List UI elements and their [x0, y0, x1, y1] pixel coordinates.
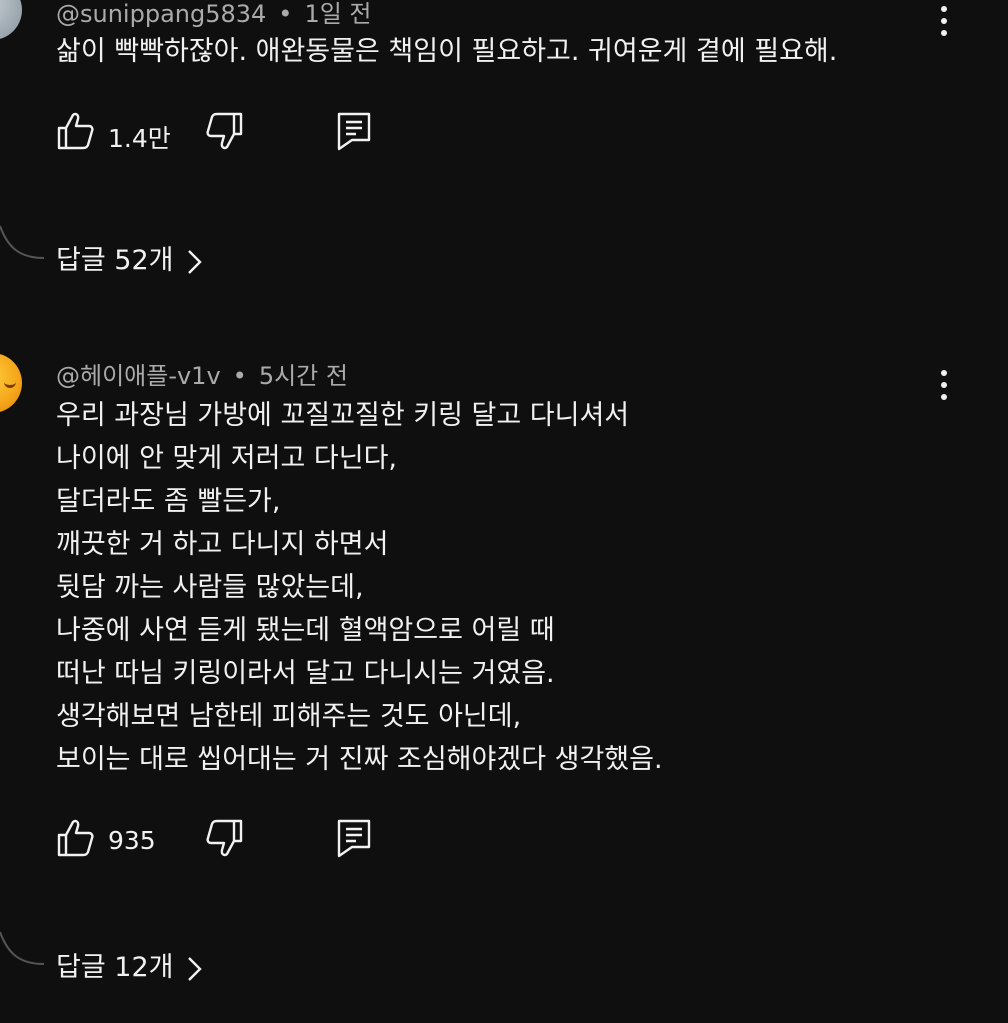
- chevron-right-icon: [188, 249, 203, 274]
- more-vert-icon: [941, 6, 947, 12]
- author-name[interactable]: @헤이애플-v1v: [56, 362, 221, 390]
- dislike-button[interactable]: [204, 818, 248, 862]
- thumbs-down-icon: [206, 112, 243, 150]
- comment-actions: 935: [56, 818, 456, 862]
- avatar[interactable]: [0, 353, 22, 413]
- reply-button[interactable]: [336, 818, 376, 862]
- view-replies-button[interactable]: 답글 12개: [56, 945, 203, 985]
- author-name[interactable]: @sunippang5834: [56, 0, 266, 28]
- reply-thread-line: [0, 225, 45, 259]
- chevron-right-icon: [188, 956, 203, 981]
- comment-meta: @sunippang5834 • 1일 전: [56, 0, 372, 29]
- more-options-button[interactable]: [932, 366, 956, 406]
- comment-line: 우리 과장님 가방에 꼬질꼬질한 키링 달고 다니셔서: [56, 400, 630, 431]
- comment-line: 떠난 따님 키링이라서 달고 다니시는 거였음.: [56, 658, 555, 689]
- comment-line: 생각해보면 남한테 피해주는 것도 아닌데,: [56, 701, 522, 732]
- thumbs-up-icon: [57, 112, 94, 150]
- comment-time: 1일 전: [304, 0, 372, 28]
- comment-text: 우리 과장님 가방에 꼬질꼬질한 키링 달고 다니셔서 나이에 안 맞게 저러고…: [56, 394, 663, 781]
- replies-count-label: 답글 12개: [56, 952, 174, 983]
- comment-1: @sunippang5834 • 1일 전 삶이 빡빡하잖아. 애완동물은 책임이 …: [0, 0, 1008, 300]
- avatar-face: [4, 377, 16, 388]
- dislike-button[interactable]: [204, 111, 248, 155]
- comment-actions: 1.4만: [56, 111, 456, 155]
- comment-time: 5시간 전: [258, 362, 348, 390]
- comment-line: 달더라도 좀 빨든가,: [56, 486, 281, 517]
- reply-icon: [337, 112, 371, 151]
- replies-count-label: 답글 52개: [56, 245, 174, 276]
- comment-2: @헤이애플-v1v • 5시간 전 우리 과장님 가방에 꼬질꼬질한 키링 달고 다…: [0, 340, 1008, 1023]
- reply-icon: [337, 819, 371, 858]
- comment-line: 보이는 대로 씹어대는 거 진짜 조심해야겠다 생각했음.: [56, 744, 663, 775]
- reply-thread-line: [0, 931, 45, 965]
- like-button[interactable]: 1.4만: [56, 111, 171, 155]
- thumbs-down-icon: [206, 819, 243, 857]
- reply-button[interactable]: [336, 111, 376, 155]
- comment-line: 뒷담 까는 사람들 많았는데,: [56, 572, 364, 603]
- meta-separator: •: [232, 362, 247, 390]
- more-options-button[interactable]: [932, 2, 956, 42]
- comment-meta: @헤이애플-v1v • 5시간 전: [56, 356, 348, 391]
- like-count: 1.4만: [108, 124, 171, 153]
- comment-line: 깨끗한 거 하고 다니지 하면서: [56, 529, 389, 560]
- like-button[interactable]: 935: [56, 818, 166, 862]
- comment-text: 삶이 빡빡하잖아. 애완동물은 책임이 필요하고. 귀여운게 곁에 필요해.: [56, 30, 837, 73]
- comment-line: 나중에 사연 듣게 됐는데 혈액암으로 어릴 때: [56, 615, 555, 646]
- comment-line: 나이에 안 맞게 저러고 다닌다,: [56, 443, 397, 474]
- thumbs-up-icon: [57, 819, 94, 857]
- like-count: 935: [108, 826, 156, 855]
- view-replies-button[interactable]: 답글 52개: [56, 238, 203, 278]
- comment-line: 삶이 빡빡하잖아. 애완동물은 책임이 필요하고. 귀여운게 곁에 필요해.: [56, 36, 838, 67]
- avatar[interactable]: [0, 0, 22, 40]
- more-vert-icon: [941, 370, 947, 376]
- meta-separator: •: [278, 0, 293, 28]
